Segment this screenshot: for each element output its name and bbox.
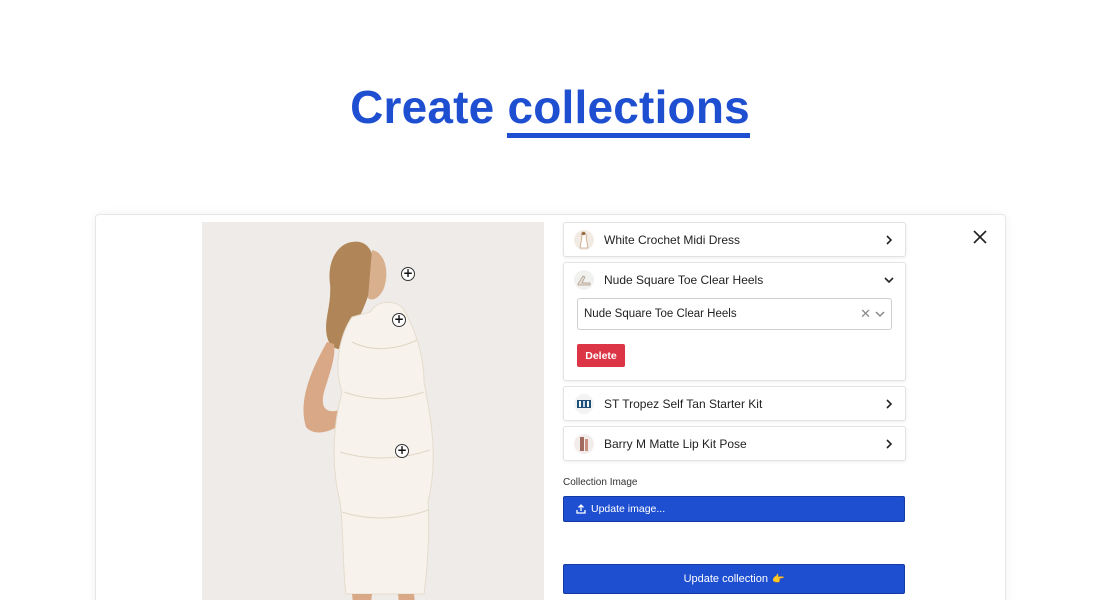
update-collection-button[interactable]: Update collection 👉 — [563, 564, 905, 594]
chevron-right-icon — [886, 438, 893, 449]
model-photo-illustration — [202, 222, 544, 600]
collection-item: ST Tropez Self Tan Starter Kit — [563, 386, 906, 421]
lip-kit-thumbnail — [574, 433, 594, 454]
collection-item-label: ST Tropez Self Tan Starter Kit — [604, 396, 763, 411]
heels-thumbnail — [574, 269, 594, 290]
chevron-right-icon — [886, 234, 893, 245]
dress-thumbnail — [574, 229, 594, 250]
product-select[interactable]: Nude Square Toe Clear Heels ✕ — [577, 298, 892, 330]
collection-editor-panel: + + + White Crochet Midi Dress Nude Squa… — [95, 214, 1006, 600]
close-icon[interactable] — [972, 229, 988, 245]
chevron-down-icon — [884, 276, 894, 283]
collection-item-label: Nude Square Toe Clear Heels — [604, 272, 764, 287]
collection-photo: + + + — [202, 222, 544, 600]
collection-item-header[interactable]: Nude Square Toe Clear Heels — [564, 263, 905, 296]
collection-item-label: Barry M Matte Lip Kit Pose — [604, 436, 747, 451]
collection-item-header[interactable]: White Crochet Midi Dress — [564, 223, 905, 256]
hotspot-bodice[interactable]: + — [392, 313, 406, 327]
hotspot-shoulder[interactable]: + — [401, 267, 415, 281]
collection-item-body: Nude Square Toe Clear Heels ✕ Delete — [564, 296, 905, 380]
tan-kit-thumbnail — [574, 393, 594, 414]
collection-item-header[interactable]: Barry M Matte Lip Kit Pose — [564, 427, 905, 460]
collection-image-label: Collection Image — [563, 477, 638, 488]
title-prefix: Create — [350, 81, 495, 133]
update-image-button[interactable]: Update image... — [563, 496, 905, 522]
collection-item-header[interactable]: ST Tropez Self Tan Starter Kit — [564, 387, 905, 420]
update-image-label: Update image... — [591, 503, 666, 515]
chevron-down-icon[interactable] — [875, 309, 885, 319]
clear-icon[interactable]: ✕ — [860, 307, 871, 322]
title-accent: collections — [507, 81, 750, 138]
collection-item-list: White Crochet Midi Dress Nude Square Toe… — [563, 222, 906, 466]
collection-item: White Crochet Midi Dress — [563, 222, 906, 257]
hotspot-skirt[interactable]: + — [395, 444, 409, 458]
update-collection-label: Update collection — [683, 573, 768, 585]
collection-item-label: White Crochet Midi Dress — [604, 232, 741, 247]
pointing-hand-icon: 👉 — [771, 573, 785, 585]
collection-item-expanded: Nude Square Toe Clear Heels Nude Square … — [563, 262, 906, 381]
collection-item: Barry M Matte Lip Kit Pose — [563, 426, 906, 461]
upload-icon — [576, 504, 586, 514]
page-title: Create collections — [0, 80, 1100, 138]
product-select-value: Nude Square Toe Clear Heels — [584, 308, 737, 320]
delete-button[interactable]: Delete — [577, 344, 625, 367]
chevron-right-icon — [886, 398, 893, 409]
